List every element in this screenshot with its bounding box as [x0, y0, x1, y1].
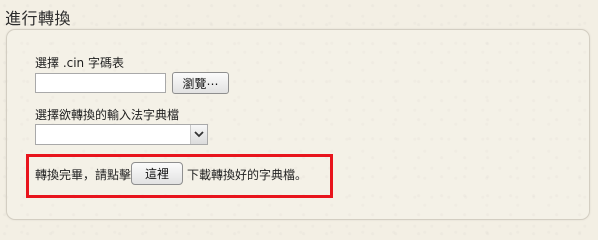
- select-arrow-button[interactable]: [190, 125, 207, 144]
- browse-button[interactable]: 瀏覽⋯: [172, 72, 229, 94]
- chevron-down-icon: [194, 131, 204, 138]
- cin-file-input[interactable]: [35, 73, 166, 93]
- page-title: 進行轉換: [5, 9, 72, 28]
- download-here-button[interactable]: 這裡: [131, 162, 183, 185]
- result-message-prefix: 轉換完畢，請點擊: [35, 168, 132, 182]
- ime-dictionary-label: 選擇欲轉換的輸入法字典檔: [35, 108, 180, 122]
- cin-file-label: 選擇 .cin 字碼表: [35, 56, 124, 70]
- result-message-suffix: 下載轉換好的字典檔。: [187, 168, 308, 182]
- ime-dictionary-select[interactable]: [35, 124, 208, 145]
